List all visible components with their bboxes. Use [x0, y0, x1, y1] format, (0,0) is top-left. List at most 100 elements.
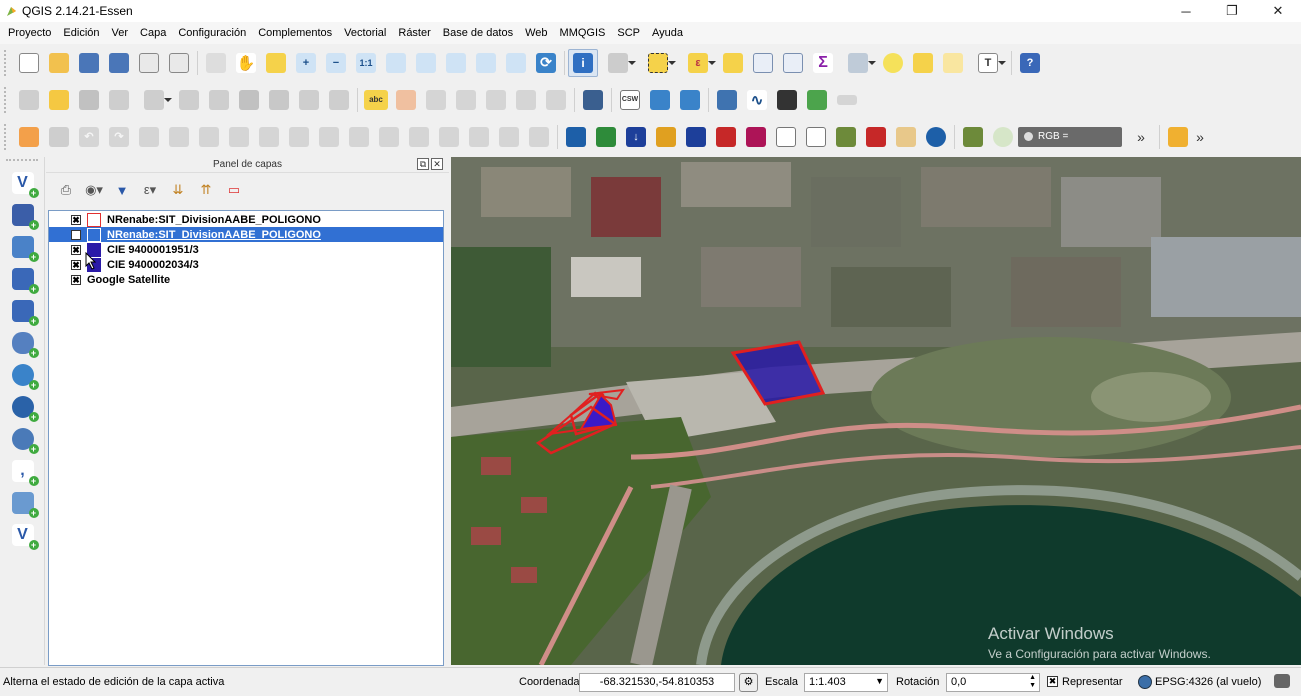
add-raster-layer-button[interactable]: +: [0, 199, 45, 231]
scp-main-button[interactable]: [561, 123, 591, 151]
menu-web[interactable]: Web: [519, 22, 553, 44]
layer-visibility-checkbox[interactable]: ✖: [71, 229, 81, 240]
reshape-button[interactable]: [314, 123, 344, 151]
menu-scp[interactable]: SCP: [611, 22, 646, 44]
menu-configuracion[interactable]: Configuración: [172, 22, 252, 44]
layer-labeling-button[interactable]: abc: [361, 86, 391, 114]
panel-close-button[interactable]: ✕: [431, 158, 443, 170]
identify-features-button[interactable]: i: [568, 48, 598, 77]
save-layer-edits-button[interactable]: [74, 86, 104, 114]
rotate-point-button[interactable]: [494, 123, 524, 151]
add-postgis-layer-button[interactable]: +: [0, 231, 45, 263]
node-tool-button[interactable]: [204, 86, 234, 114]
add-vector-layer-button[interactable]: V +: [0, 167, 45, 199]
csw-button[interactable]: CSW: [615, 86, 645, 114]
layer-visibility-checkbox[interactable]: ✖: [71, 259, 81, 270]
scp-scatter-plot-button[interactable]: [801, 123, 831, 151]
zoom-last-button[interactable]: [471, 49, 501, 77]
merge-features-button[interactable]: [434, 123, 464, 151]
table-plugin-button[interactable]: [1163, 123, 1193, 151]
select-by-expression-button[interactable]: ε: [678, 49, 718, 77]
scp-band-set-button[interactable]: [591, 123, 621, 151]
new-bookmark-button[interactable]: [908, 49, 938, 77]
toolbar-grip[interactable]: [4, 49, 10, 76]
metasearch-settings-button[interactable]: [675, 86, 705, 114]
db-manager-button[interactable]: [578, 86, 608, 114]
menu-proyecto[interactable]: Proyecto: [2, 22, 57, 44]
scale-combo[interactable]: 1:1.403 ▼: [804, 673, 888, 692]
new-spatialite-button[interactable]: V +: [0, 519, 45, 551]
help-button[interactable]: ?: [1015, 49, 1045, 77]
toggle-extents-icon[interactable]: ⚙: [739, 673, 758, 692]
remove-layer-button[interactable]: ▭: [220, 178, 248, 202]
show-bookmarks-button[interactable]: [938, 49, 968, 77]
new-project-button[interactable]: [14, 49, 44, 77]
scp-zoom-button[interactable]: [958, 123, 988, 151]
close-button[interactable]: ✕: [1255, 0, 1301, 22]
menu-capa[interactable]: Capa: [134, 22, 172, 44]
add-wms-layer-button[interactable]: +: [0, 359, 45, 391]
zoom-to-layer-button[interactable]: [441, 49, 471, 77]
toolbar-grip[interactable]: [4, 123, 10, 150]
crs-status-button[interactable]: EPSG:4326 (al vuelo): [1155, 676, 1261, 688]
menu-vectorial[interactable]: Vectorial: [338, 22, 392, 44]
delete-ring-button[interactable]: [254, 123, 284, 151]
zoom-out-button[interactable]: −: [321, 49, 351, 77]
scp-settings-button[interactable]: [861, 123, 891, 151]
undo-button[interactable]: ↶: [74, 123, 104, 151]
add-wfs-layer-button[interactable]: +: [0, 423, 45, 455]
redo-button[interactable]: ↷: [104, 123, 134, 151]
touch-zoom-button[interactable]: [201, 49, 231, 77]
layer-visibility-checkbox[interactable]: ✖: [71, 244, 81, 255]
zoom-next-button[interactable]: [501, 49, 531, 77]
copy-features-button[interactable]: [294, 86, 324, 114]
render-checkbox[interactable]: ✖: [1047, 676, 1058, 687]
menu-ver[interactable]: Ver: [106, 22, 135, 44]
manage-map-themes-button[interactable]: ◉▾: [80, 178, 108, 202]
menu-raster[interactable]: Ráster: [392, 22, 436, 44]
scp-spectral-plot-button[interactable]: [771, 123, 801, 151]
filter-by-expression-button[interactable]: ε▾: [136, 178, 164, 202]
scp-user-manual-button[interactable]: [921, 123, 951, 151]
save-as-button[interactable]: [104, 49, 134, 77]
layer-visibility-checkbox[interactable]: ✖: [71, 274, 81, 285]
layer-row[interactable]: ✖ Google Satellite: [49, 272, 443, 287]
menu-complementos[interactable]: Complementos: [252, 22, 338, 44]
digitize-polygon-button[interactable]: [14, 123, 44, 151]
python-console-button[interactable]: [712, 86, 742, 114]
scp-bands-button[interactable]: [891, 123, 921, 151]
coordinate-field[interactable]: -68.321530,-54.810353: [579, 673, 735, 692]
merge-attributes-button[interactable]: [464, 123, 494, 151]
scp-preprocessing-button[interactable]: [681, 123, 711, 151]
add-feature-button[interactable]: [104, 86, 134, 114]
move-label-button[interactable]: [481, 86, 511, 114]
maximize-button[interactable]: ❐: [1209, 0, 1255, 22]
composer-manager-button[interactable]: [164, 49, 194, 77]
scp-download-button[interactable]: ↓: [621, 123, 651, 151]
layer-row[interactable]: ✖ CIE 9400002034/3: [49, 257, 443, 272]
scp-band-calc-button[interactable]: [741, 123, 771, 151]
new-print-composer-button[interactable]: [134, 49, 164, 77]
attribute-table-button[interactable]: [748, 49, 778, 77]
collapse-all-button[interactable]: ⇈: [192, 178, 220, 202]
scp-postprocessing-button[interactable]: [711, 123, 741, 151]
disabled-plugin-button[interactable]: [832, 86, 862, 114]
open-project-button[interactable]: [44, 49, 74, 77]
minimize-button[interactable]: ─: [1163, 0, 1209, 22]
left-toolbar-grip[interactable]: [6, 159, 38, 165]
menu-ayuda[interactable]: Ayuda: [646, 22, 689, 44]
filter-legend-button[interactable]: ▼: [108, 178, 136, 202]
measure-button[interactable]: [838, 49, 878, 77]
paste-features-button[interactable]: [324, 86, 354, 114]
map-canvas[interactable]: Activar Windows Ve a Configuración para …: [451, 157, 1301, 665]
scp-search-button[interactable]: [988, 123, 1018, 151]
toggle-editing-button[interactable]: [44, 86, 74, 114]
rgb-composite-combo[interactable]: RGB =: [1018, 126, 1122, 147]
toolbar-overflow-button-2[interactable]: »: [1193, 129, 1207, 145]
new-shapefile-button[interactable]: +: [0, 487, 45, 519]
zoom-native-button[interactable]: 1:1: [351, 49, 381, 77]
fill-ring-button[interactable]: [224, 123, 254, 151]
split-features-button[interactable]: [374, 123, 404, 151]
trace-button[interactable]: [524, 123, 554, 151]
refresh-button[interactable]: ⟳: [531, 49, 561, 77]
